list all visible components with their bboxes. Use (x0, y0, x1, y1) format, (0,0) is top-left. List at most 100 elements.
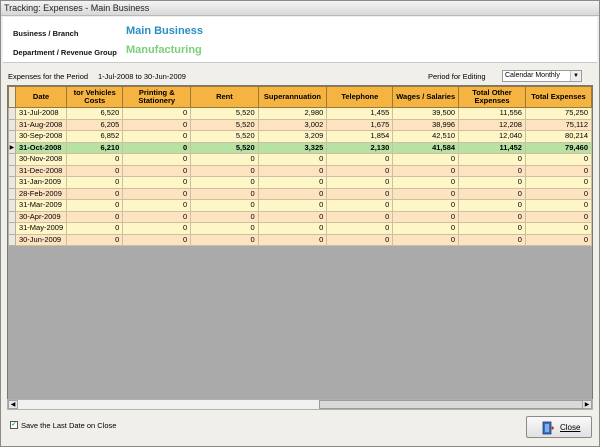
date-cell[interactable]: 30-Jun-2009 (14, 233, 68, 246)
date-cell[interactable]: 31-May-2009 (14, 222, 68, 235)
amount-cell[interactable]: 0 (257, 233, 328, 246)
table-row[interactable]: 30-Apr-2009 0 0 0 0 0 0 0 0 (8, 210, 592, 223)
table-row[interactable]: 31-May-2009 0 0 0 0 0 0 0 0 (8, 222, 592, 235)
amount-cell[interactable]: 0 (257, 176, 328, 189)
amount-cell[interactable]: 0 (257, 153, 328, 166)
amount-cell[interactable]: 11,452 (458, 141, 526, 154)
amount-cell[interactable]: 0 (524, 210, 592, 223)
amount-cell[interactable]: 6,210 (66, 141, 124, 154)
scrollbar-thumb[interactable] (319, 400, 584, 409)
table-row[interactable]: ▶ 31-Oct-2008 6,210 0 5,520 3,325 2,130 41,584 1… (8, 141, 592, 154)
amount-cell[interactable]: 12,208 (458, 118, 526, 131)
amount-cell[interactable]: 0 (326, 222, 394, 235)
table-row[interactable]: 31-Aug-2008 6,205 0 5,520 3,002 1,675 38,996 12… (8, 118, 592, 131)
table-row[interactable]: 30-Jun-2009 0 0 0 0 0 0 0 0 (8, 233, 592, 246)
amount-cell[interactable]: 0 (458, 164, 526, 177)
amount-cell[interactable]: 0 (122, 187, 192, 200)
amount-cell[interactable]: 0 (122, 233, 192, 246)
amount-cell[interactable]: 0 (190, 199, 259, 212)
amount-cell[interactable]: 0 (326, 199, 394, 212)
table-row[interactable]: 30-Sep-2008 6,852 0 5,520 3,209 1,854 42,510 12… (8, 130, 592, 143)
row-indicator[interactable] (8, 107, 16, 120)
row-indicator[interactable] (8, 153, 16, 166)
amount-cell[interactable]: 0 (190, 222, 259, 235)
amount-cell[interactable]: 0 (66, 222, 124, 235)
date-cell[interactable]: 31-Jul-2008 (14, 107, 68, 120)
scroll-left-icon[interactable]: ◀ (8, 400, 18, 409)
date-cell[interactable]: 31-Dec-2008 (14, 164, 68, 177)
amount-cell[interactable]: 11,556 (458, 107, 526, 120)
amount-cell[interactable]: 5,520 (190, 107, 259, 120)
amount-cell[interactable]: 0 (326, 176, 394, 189)
amount-cell[interactable]: 75,250 (524, 107, 592, 120)
amount-cell[interactable]: 0 (122, 176, 192, 189)
amount-cell[interactable]: 3,002 (257, 118, 328, 131)
amount-cell[interactable]: 0 (392, 222, 460, 235)
amount-cell[interactable]: 0 (524, 233, 592, 246)
amount-cell[interactable]: 5,520 (190, 130, 259, 143)
amount-cell[interactable]: 0 (458, 233, 526, 246)
amount-cell[interactable]: 0 (122, 118, 192, 131)
amount-cell[interactable]: 0 (392, 199, 460, 212)
amount-cell[interactable]: 12,040 (458, 130, 526, 143)
amount-cell[interactable]: 0 (66, 164, 124, 177)
amount-cell[interactable]: 5,520 (190, 141, 259, 154)
amount-cell[interactable]: 3,325 (257, 141, 328, 154)
column-header[interactable]: tor Vehicles Costs (66, 86, 124, 108)
row-indicator[interactable] (8, 187, 16, 200)
save-last-date-checkbox[interactable]: ✓ (10, 421, 18, 429)
amount-cell[interactable]: 0 (190, 233, 259, 246)
date-cell[interactable]: 31-Mar-2009 (14, 199, 68, 212)
amount-cell[interactable]: 6,520 (66, 107, 124, 120)
amount-cell[interactable]: 0 (392, 210, 460, 223)
table-row[interactable]: 31-Mar-2009 0 0 0 0 0 0 0 0 (8, 199, 592, 212)
amount-cell[interactable]: 0 (257, 164, 328, 177)
amount-cell[interactable]: 0 (66, 176, 124, 189)
table-row[interactable]: 31-Jul-2008 6,520 0 5,520 2,980 1,455 39,500 11… (8, 107, 592, 120)
amount-cell[interactable]: 6,852 (66, 130, 124, 143)
amount-cell[interactable]: 0 (66, 153, 124, 166)
amount-cell[interactable]: 0 (122, 222, 192, 235)
amount-cell[interactable]: 38,996 (392, 118, 460, 131)
amount-cell[interactable]: 0 (524, 199, 592, 212)
amount-cell[interactable]: 42,510 (392, 130, 460, 143)
amount-cell[interactable]: 0 (190, 164, 259, 177)
amount-cell[interactable]: 80,214 (524, 130, 592, 143)
amount-cell[interactable]: 0 (458, 210, 526, 223)
amount-cell[interactable]: 0 (524, 222, 592, 235)
amount-cell[interactable]: 0 (392, 187, 460, 200)
amount-cell[interactable]: 2,130 (326, 141, 394, 154)
row-indicator[interactable] (8, 130, 16, 143)
date-cell[interactable]: 31-Aug-2008 (14, 118, 68, 131)
amount-cell[interactable]: 0 (66, 187, 124, 200)
column-header[interactable]: Printing & Stationery (122, 86, 192, 108)
period-editing-select[interactable]: Calendar Monthly ▼ (502, 70, 582, 82)
table-row[interactable]: 28-Feb-2009 0 0 0 0 0 0 0 0 (8, 187, 592, 200)
amount-cell[interactable]: 0 (257, 199, 328, 212)
date-cell[interactable]: 31-Jan-2009 (14, 176, 68, 189)
amount-cell[interactable]: 75,112 (524, 118, 592, 131)
amount-cell[interactable]: 0 (122, 130, 192, 143)
row-indicator[interactable] (8, 222, 16, 235)
amount-cell[interactable]: 0 (458, 199, 526, 212)
amount-cell[interactable]: 0 (190, 176, 259, 189)
amount-cell[interactable]: 3,209 (257, 130, 328, 143)
table-row[interactable]: 31-Dec-2008 0 0 0 0 0 0 0 0 (8, 164, 592, 177)
amount-cell[interactable]: 0 (122, 164, 192, 177)
scroll-right-icon[interactable]: ▶ (582, 400, 592, 409)
amount-cell[interactable]: 1,854 (326, 130, 394, 143)
amount-cell[interactable]: 0 (524, 176, 592, 189)
amount-cell[interactable]: 0 (257, 187, 328, 200)
amount-cell[interactable]: 41,584 (392, 141, 460, 154)
row-indicator[interactable] (8, 210, 16, 223)
amount-cell[interactable]: 1,675 (326, 118, 394, 131)
row-indicator[interactable] (8, 164, 16, 177)
amount-cell[interactable]: 0 (392, 176, 460, 189)
amount-cell[interactable]: 2,980 (257, 107, 328, 120)
amount-cell[interactable]: 5,520 (190, 118, 259, 131)
close-button[interactable]: Close (526, 416, 592, 438)
date-cell[interactable]: 28-Feb-2009 (14, 187, 68, 200)
amount-cell[interactable]: 0 (458, 187, 526, 200)
dropdown-arrow-icon[interactable]: ▼ (570, 71, 581, 81)
column-header[interactable]: Date (14, 86, 68, 108)
